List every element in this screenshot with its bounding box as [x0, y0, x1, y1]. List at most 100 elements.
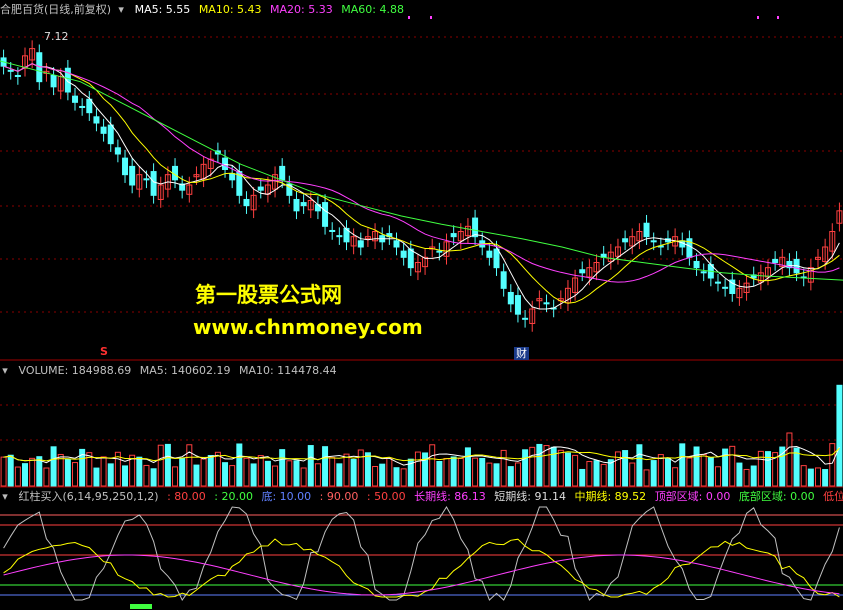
finance-marker[interactable]: 财	[514, 347, 529, 360]
volume-bar	[329, 457, 336, 487]
volume-bar	[157, 444, 164, 487]
volume-bar	[122, 465, 129, 487]
candle	[129, 165, 136, 186]
volume-bar	[550, 446, 557, 487]
candle	[400, 250, 407, 258]
volume-bar	[707, 457, 714, 487]
volume-bar	[807, 468, 814, 487]
volume-bar	[764, 451, 771, 487]
volume-bar	[750, 465, 757, 487]
volume-bar	[836, 384, 843, 487]
candle	[700, 271, 707, 274]
volume-bar	[629, 462, 636, 487]
main-title: 合肥百货(日线,前复权)	[0, 3, 112, 16]
volume-bar	[414, 451, 421, 487]
volume-bar	[279, 449, 286, 487]
candle	[493, 248, 500, 269]
volume-bar	[314, 463, 321, 487]
volume-bar	[464, 447, 471, 487]
candle	[543, 302, 550, 305]
volume-bar	[7, 454, 14, 487]
volume-bar	[800, 465, 807, 487]
candle	[450, 233, 457, 238]
candle	[114, 147, 121, 155]
bottom-signal-bar	[130, 604, 152, 609]
volume-bar	[136, 456, 143, 487]
stock-chart[interactable]	[0, 0, 843, 610]
candle	[772, 258, 779, 263]
volume-bar	[372, 465, 379, 487]
volume-bar	[272, 465, 279, 487]
candle	[643, 222, 650, 238]
candle	[472, 217, 479, 238]
candle	[522, 317, 529, 320]
candle	[72, 95, 79, 103]
candle	[407, 248, 414, 269]
signal-dot	[408, 16, 410, 19]
ma60-label: MA60: 4.88	[341, 3, 404, 16]
dropdown-icon[interactable]: ▾	[116, 3, 126, 16]
volume-bar	[343, 453, 350, 487]
volume-bar	[622, 450, 629, 487]
volume-bar	[229, 465, 236, 487]
volume-bar	[786, 432, 793, 487]
volume-bar	[200, 458, 207, 487]
volume-bar	[743, 468, 750, 487]
volume-bar	[564, 452, 571, 487]
volume-bar	[729, 445, 736, 487]
volume-bar	[600, 463, 607, 487]
indicator-l6: 底部区域: 0.00	[738, 490, 815, 503]
indicator-l7: 低位金叉	[823, 490, 843, 503]
volume-bar	[714, 466, 721, 487]
volume-bar	[307, 445, 314, 487]
candle	[622, 238, 629, 243]
volume-bar	[193, 464, 200, 487]
volume-bar	[336, 463, 343, 487]
volume-bar	[43, 467, 50, 487]
volume-ma5-line	[3, 445, 840, 466]
volume-bar	[586, 461, 593, 487]
volume-bar	[293, 460, 300, 487]
volume-bar	[257, 455, 264, 487]
indicator-header: ▾ 红柱买入(6,14,95,250,1,2) : 80.00 : 20.00 …	[0, 490, 843, 503]
candle	[650, 240, 657, 243]
candle	[436, 250, 443, 253]
volume-header: ▾ VOLUME: 184988.69 MA5: 140602.19 MA10:…	[0, 364, 342, 377]
volume-bar	[179, 457, 186, 487]
dropdown-icon[interactable]: ▾	[0, 364, 10, 377]
volume-bar	[636, 444, 643, 487]
volume-bar	[436, 460, 443, 487]
volume-bar	[350, 458, 357, 487]
volume-bar	[14, 466, 21, 487]
volume-bar	[822, 469, 829, 487]
candle	[122, 157, 129, 176]
candle	[243, 198, 250, 207]
main-header: 合肥百货(日线,前复权) ▾ MA5: 5.55 MA10: 5.43 MA20:…	[0, 3, 409, 16]
volume-bar	[472, 457, 479, 487]
volume-bar	[222, 462, 229, 487]
indicator-l4: 中期线: 89.52	[574, 490, 647, 503]
signal-s-marker: S	[100, 345, 108, 358]
volume-bar	[393, 467, 400, 487]
volume-bar	[172, 466, 179, 487]
volume-ma5: MA5: 140602.19	[139, 364, 231, 377]
volume-bar	[72, 462, 79, 487]
volume-bar	[693, 446, 700, 487]
volume-bar	[500, 449, 507, 487]
candle	[393, 240, 400, 248]
signal-dot	[777, 16, 779, 19]
volume-bar	[814, 467, 821, 487]
volume-bar	[679, 443, 686, 487]
volume-bar	[143, 464, 150, 487]
volume-bar	[657, 454, 664, 487]
volume-bar	[493, 463, 500, 487]
candle	[100, 126, 107, 134]
candle	[50, 74, 57, 88]
volume-bar	[164, 443, 171, 487]
indicator-l3: 短期线: 91.14	[494, 490, 566, 503]
volume-bar	[643, 469, 650, 487]
volume-bar	[100, 456, 107, 487]
volume-bar	[529, 446, 536, 487]
volume-bar	[572, 454, 579, 487]
dropdown-icon[interactable]: ▾	[0, 490, 10, 503]
